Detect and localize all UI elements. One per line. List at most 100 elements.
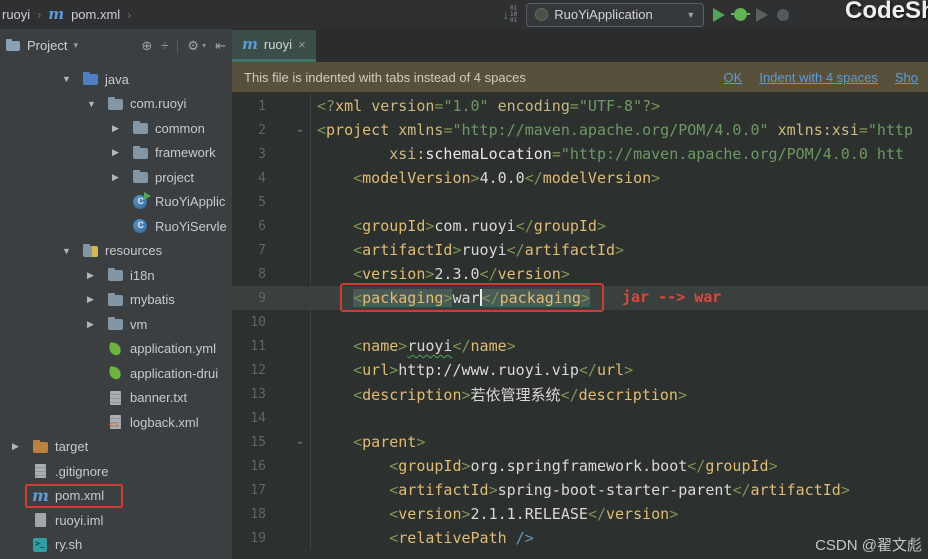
project-panel-title[interactable]: Project	[27, 38, 67, 53]
code-text[interactable]: <artifactId>spring-boot-starter-parent</…	[311, 481, 850, 499]
tree-item-com-ruoyi[interactable]: ▼com.ruoyi	[0, 92, 232, 117]
code-text[interactable]: <version>2.3.0</version>	[311, 265, 570, 283]
code-text[interactable]: <description>若依管理系统</description>	[311, 384, 687, 405]
code-line-13[interactable]: 13 <description>若依管理系统</description>	[232, 382, 928, 406]
vcs-update-icon[interactable]: ↓ 01 10 01	[503, 6, 517, 24]
code-line-1[interactable]: 1 <?xml version="1.0" encoding="UTF-8"?>	[232, 94, 928, 118]
code-text[interactable]: <packaging>war</packaging>	[311, 289, 590, 307]
expand-arrow-icon[interactable]: ▶	[87, 270, 107, 281]
line-number[interactable]: 6	[232, 219, 266, 234]
code-text[interactable]: <name>ruoyi</name>	[311, 337, 516, 355]
code-line-9[interactable]: 9 <packaging>war</packaging>	[232, 286, 928, 310]
line-number[interactable]: 17	[232, 483, 266, 498]
tree-item-pom-xml[interactable]: mpom.xml	[0, 484, 232, 509]
run-button[interactable]	[713, 8, 725, 22]
line-number[interactable]: 19	[232, 531, 266, 546]
hide-panel-icon[interactable]: ⇤	[215, 38, 226, 54]
line-number[interactable]: 4	[232, 171, 266, 186]
code-text[interactable]: xsi:schemaLocation="http://maven.apache.…	[311, 145, 904, 163]
line-number[interactable]: 12	[232, 363, 266, 378]
expand-arrow-icon[interactable]: ▶	[112, 123, 132, 134]
expand-arrow-icon[interactable]: ▶	[112, 147, 132, 158]
chevron-down-icon[interactable]: ▾	[73, 40, 78, 51]
expand-arrow-icon[interactable]: ▶	[87, 319, 107, 330]
code-text[interactable]: <parent>	[311, 433, 425, 451]
tab-ruoyi[interactable]: m ruoyi ×	[232, 30, 316, 62]
code-line-6[interactable]: 6 <groupId>com.ruoyi</groupId>	[232, 214, 928, 238]
show-options-link[interactable]: Sho	[895, 70, 918, 85]
tree-item-ruoyiapplic[interactable]: RuoYiApplic	[0, 190, 232, 215]
code-text[interactable]: <version>2.1.1.RELEASE</version>	[311, 505, 678, 523]
indent-with-spaces-link[interactable]: Indent with 4 spaces	[759, 70, 878, 85]
code-text[interactable]: <groupId>org.springframework.boot</group…	[311, 457, 778, 475]
code-line-2[interactable]: 2⌄<project xmlns="http://maven.apache.or…	[232, 118, 928, 142]
settings-gear-icon[interactable]: ⚙	[187, 38, 199, 54]
tree-item-vm[interactable]: ▶vm	[0, 312, 232, 337]
code-line-14[interactable]: 14	[232, 406, 928, 430]
code-line-12[interactable]: 12 <url>http://www.ruoyi.vip</url>	[232, 358, 928, 382]
code-text[interactable]: <project xmlns="http://maven.apache.org/…	[311, 121, 913, 139]
code-text[interactable]: <groupId>com.ruoyi</groupId>	[311, 217, 606, 235]
expand-arrow-icon[interactable]: ▼	[62, 246, 82, 256]
fold-icon[interactable]: ⌄	[266, 430, 311, 454]
run-coverage-button[interactable]	[756, 8, 768, 22]
line-number[interactable]: 7	[232, 243, 266, 258]
code-text[interactable]: <artifactId>ruoyi</artifactId>	[311, 241, 624, 259]
code-line-8[interactable]: 8 <version>2.3.0</version>	[232, 262, 928, 286]
debug-button[interactable]	[734, 8, 747, 21]
line-number[interactable]: 9	[232, 291, 266, 306]
code-line-10[interactable]: 10	[232, 310, 928, 334]
code-line-15[interactable]: 15⌄ <parent>	[232, 430, 928, 454]
expand-arrow-icon[interactable]: ▶	[112, 172, 132, 183]
code-line-5[interactable]: 5	[232, 190, 928, 214]
expand-arrow-icon[interactable]: ▼	[62, 74, 82, 84]
tree-item-logback-xml[interactable]: <>logback.xml	[0, 410, 232, 435]
line-number[interactable]: 13	[232, 387, 266, 402]
code-text[interactable]: <relativePath />	[311, 529, 534, 547]
code-line-7[interactable]: 7 <artifactId>ruoyi</artifactId>	[232, 238, 928, 262]
line-number[interactable]: 15	[232, 435, 266, 450]
tree-item-framework[interactable]: ▶framework	[0, 141, 232, 166]
tree-item--gitignore[interactable]: .gitignore	[0, 459, 232, 484]
line-number[interactable]: 5	[232, 195, 266, 210]
expand-arrow-icon[interactable]: ▶	[12, 441, 32, 452]
tree-item-java[interactable]: ▼java	[0, 67, 232, 92]
tree-item-common[interactable]: ▶common	[0, 116, 232, 141]
code-line-11[interactable]: 11 <name>ruoyi</name>	[232, 334, 928, 358]
tree-item-ry-sh[interactable]: >_ry.sh	[0, 533, 232, 558]
line-number[interactable]: 14	[232, 411, 266, 426]
expand-arrow-icon[interactable]: ▼	[87, 99, 107, 109]
breadcrumb-pom[interactable]: pom.xml	[71, 7, 120, 22]
line-number[interactable]: 1	[232, 99, 266, 114]
profiler-button[interactable]	[777, 9, 789, 21]
code-line-17[interactable]: 17 <artifactId>spring-boot-starter-paren…	[232, 478, 928, 502]
code-line-4[interactable]: 4 <modelVersion>4.0.0</modelVersion>	[232, 166, 928, 190]
line-number[interactable]: 8	[232, 267, 266, 282]
line-number[interactable]: 3	[232, 147, 266, 162]
tree-item-project[interactable]: ▶project	[0, 165, 232, 190]
line-number[interactable]: 16	[232, 459, 266, 474]
close-icon[interactable]: ×	[298, 37, 306, 52]
code-text[interactable]: <modelVersion>4.0.0</modelVersion>	[311, 169, 660, 187]
line-number[interactable]: 11	[232, 339, 266, 354]
code-line-3[interactable]: 3 xsi:schemaLocation="http://maven.apach…	[232, 142, 928, 166]
tree-item-mybatis[interactable]: ▶mybatis	[0, 288, 232, 313]
tree-item-application-drui[interactable]: application-drui	[0, 361, 232, 386]
code-line-18[interactable]: 18 <version>2.1.1.RELEASE</version>	[232, 502, 928, 526]
expand-arrow-icon[interactable]: ▶	[87, 294, 107, 305]
breadcrumb-project[interactable]: ruoyi	[2, 7, 30, 22]
tree-item-application-yml[interactable]: application.yml	[0, 337, 232, 362]
fold-icon[interactable]: ⌄	[266, 118, 311, 142]
tree-item-ruoyiservle[interactable]: RuoYiServle	[0, 214, 232, 239]
code-text[interactable]: <url>http://www.ruoyi.vip</url>	[311, 361, 633, 379]
tree-item-resources[interactable]: ▼resources	[0, 239, 232, 264]
tree-item-target[interactable]: ▶target	[0, 435, 232, 460]
locate-icon[interactable]: ⊕	[141, 38, 152, 54]
code-area[interactable]: jar --> war 1<?xml version="1.0" encodin…	[232, 92, 928, 559]
collapse-icon[interactable]: ÷	[161, 38, 168, 53]
code-text[interactable]: <?xml version="1.0" encoding="UTF-8"?>	[311, 97, 660, 115]
tree-item-banner-txt[interactable]: banner.txt	[0, 386, 232, 411]
run-configuration-select[interactable]: RuoYiApplication ▼	[526, 3, 704, 27]
tree-item-i18n[interactable]: ▶i18n	[0, 263, 232, 288]
ok-link[interactable]: OK	[724, 70, 743, 85]
